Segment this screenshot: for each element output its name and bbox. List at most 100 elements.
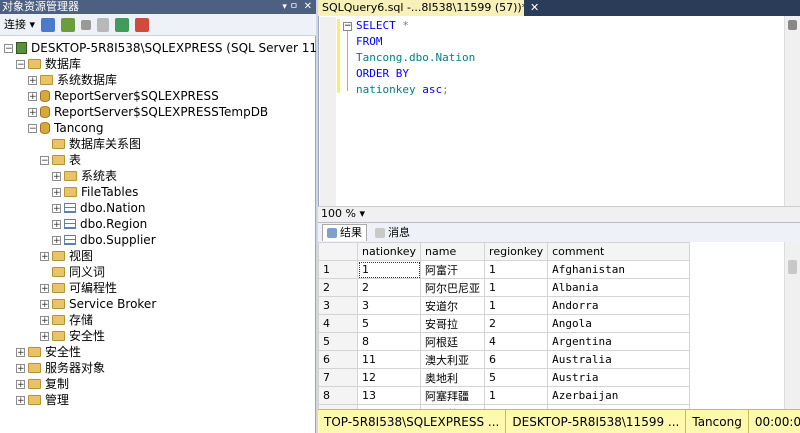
table-cell[interactable]: Andorra (547, 296, 690, 315)
table-cell[interactable]: 11 (356, 350, 422, 369)
tree-node[interactable]: + 可编程性 (40, 280, 117, 296)
collapse-icon[interactable]: − (4, 43, 13, 53)
expand-icon[interactable]: + (52, 187, 61, 197)
table-row[interactable]: 8 13 阿塞拜疆 1 Azerbaijan (318, 386, 690, 405)
table-row[interactable]: 4 5 安哥拉 2 Angola (318, 314, 690, 333)
expand-icon[interactable]: + (52, 203, 61, 213)
table-cell[interactable]: 3 (356, 296, 422, 315)
expand-icon[interactable]: + (40, 283, 49, 293)
expand-icon[interactable]: + (16, 347, 25, 357)
tab-sqlquery6[interactable]: SQLQuery6.sql -...8I538\11599 (57))* (318, 0, 524, 16)
table-cell[interactable]: 2 (484, 314, 549, 333)
expand-icon[interactable]: + (28, 75, 37, 85)
expand-icon[interactable]: + (40, 251, 49, 261)
code-line[interactable]: SELECT * (356, 18, 756, 34)
tree-node[interactable]: + 安全性 (40, 328, 105, 344)
collapse-all-icon[interactable] (135, 17, 150, 32)
table-row[interactable]: 7 12 奥地利 5 Austria (318, 368, 690, 387)
tree-node[interactable]: + 复制 (16, 376, 69, 392)
code-line[interactable]: Tancong.dbo.Nation (356, 50, 756, 66)
connect-object-explorer-icon[interactable] (41, 17, 56, 32)
row-number[interactable]: 7 (318, 368, 358, 387)
close-icon[interactable]: ✕ (304, 0, 312, 14)
table-cell[interactable]: 4 (484, 332, 549, 351)
row-number[interactable]: 6 (318, 350, 358, 369)
tree-node[interactable]: + ReportServer$SQLEXPRESS (28, 88, 219, 104)
table-cell[interactable]: Australia (547, 350, 690, 369)
filter-icon[interactable] (97, 17, 110, 32)
expand-icon[interactable]: + (52, 219, 61, 229)
expand-icon[interactable]: + (16, 363, 25, 373)
table-cell[interactable]: 澳大利亚 (420, 350, 486, 369)
table-cell[interactable]: 13 (356, 386, 422, 405)
expand-icon[interactable]: + (40, 315, 49, 325)
table-cell[interactable]: Argentina (547, 332, 690, 351)
table-cell[interactable]: 2 (356, 278, 422, 297)
table-cell[interactable]: 12 (356, 368, 422, 387)
column-header[interactable]: comment (547, 242, 690, 261)
table-cell[interactable]: 1 (484, 278, 549, 297)
expand-icon[interactable]: + (52, 235, 61, 245)
tree-node[interactable]: + ReportServer$SQLEXPRESSTempDB (28, 104, 268, 120)
row-number[interactable]: 2 (318, 278, 358, 297)
results-grid[interactable]: nationkey name regionkey comment 1 1 阿富汗 1 Afgh… (318, 242, 784, 409)
split-icon[interactable] (788, 20, 797, 30)
tree-node[interactable]: − 数据库 (16, 56, 81, 72)
collapse-region-icon[interactable]: − (343, 22, 352, 31)
zoom-select[interactable]: 100 % ▾ (321, 207, 377, 221)
expand-icon[interactable]: + (28, 91, 37, 101)
connect-button[interactable]: 连接 ▾ (4, 17, 35, 33)
table-cell[interactable]: 阿根廷 (420, 332, 486, 351)
row-number[interactable]: 3 (318, 296, 358, 315)
expand-icon[interactable]: + (40, 331, 49, 341)
code-line[interactable]: FROM (356, 34, 756, 50)
tree-node[interactable]: − DESKTOP-5R8I538\SQLEXPRESS (SQL Server … (4, 40, 316, 56)
expand-icon[interactable]: + (40, 299, 49, 309)
tab-close-icon[interactable]: ✕ (530, 1, 542, 15)
expand-icon[interactable]: + (52, 171, 61, 181)
table-row[interactable]: 3 3 安道尔 1 Andorra (318, 296, 690, 315)
table-cell[interactable]: 1 (356, 260, 422, 279)
tree-node[interactable]: + FileTables (52, 184, 138, 200)
table-row[interactable]: 2 2 阿尔巴尼亚 1 Albania (318, 278, 690, 297)
tree-node[interactable]: + 服务器对象 (16, 360, 105, 376)
collapse-icon[interactable]: − (28, 123, 37, 133)
table-cell[interactable]: 阿富汗 (420, 260, 486, 279)
code-line[interactable]: nationkey asc; (356, 82, 756, 98)
row-number[interactable]: 1 (318, 260, 358, 279)
table-cell[interactable]: 1 (484, 260, 549, 279)
tree-node[interactable]: − Tancong (28, 120, 103, 136)
tree-node[interactable]: − 表 (40, 152, 81, 168)
stop-icon[interactable] (81, 19, 92, 30)
table-cell[interactable]: 5 (484, 368, 549, 387)
expand-icon[interactable]: + (16, 379, 25, 389)
table-cell[interactable]: 5 (356, 314, 422, 333)
tree-node[interactable]: + dbo.Nation (52, 200, 146, 216)
table-cell[interactable]: 1 (484, 296, 549, 315)
sql-code[interactable]: SELECT * FROM Tancong.dbo.Nation ORDER BY na… (356, 18, 756, 98)
row-number[interactable]: 4 (318, 314, 358, 333)
table-cell[interactable]: Azerbaijan (547, 386, 690, 405)
expand-icon[interactable]: + (28, 107, 37, 117)
tree-node[interactable]: 数据库关系图 (40, 136, 141, 152)
row-number[interactable]: 8 (318, 386, 358, 405)
table-cell[interactable]: 安道尔 (420, 296, 486, 315)
collapse-icon[interactable]: − (40, 155, 49, 165)
tree-node[interactable]: + dbo.Supplier (52, 232, 156, 248)
table-row[interactable]: 1 1 阿富汗 1 Afghanistan (318, 260, 690, 279)
table-cell[interactable]: 8 (356, 332, 422, 351)
table-cell[interactable]: Austria (547, 368, 690, 387)
column-header[interactable]: name (420, 242, 486, 261)
tree-node[interactable]: + 系统表 (52, 168, 117, 184)
table-cell[interactable]: 阿尔巴尼亚 (420, 278, 486, 297)
table-row[interactable]: 5 8 阿根廷 4 Argentina (318, 332, 690, 351)
table-cell[interactable]: 1 (484, 386, 549, 405)
code-line[interactable]: ORDER BY (356, 66, 756, 82)
table-cell[interactable]: 安哥拉 (420, 314, 486, 333)
collapse-icon[interactable]: − (16, 59, 25, 69)
column-header[interactable]: nationkey (356, 242, 422, 261)
table-cell[interactable]: 奥地利 (420, 368, 486, 387)
expand-icon[interactable]: + (16, 395, 25, 405)
table-row[interactable]: 6 11 澳大利亚 6 Australia (318, 350, 690, 369)
tree-node[interactable]: + 系统数据库 (28, 72, 117, 88)
